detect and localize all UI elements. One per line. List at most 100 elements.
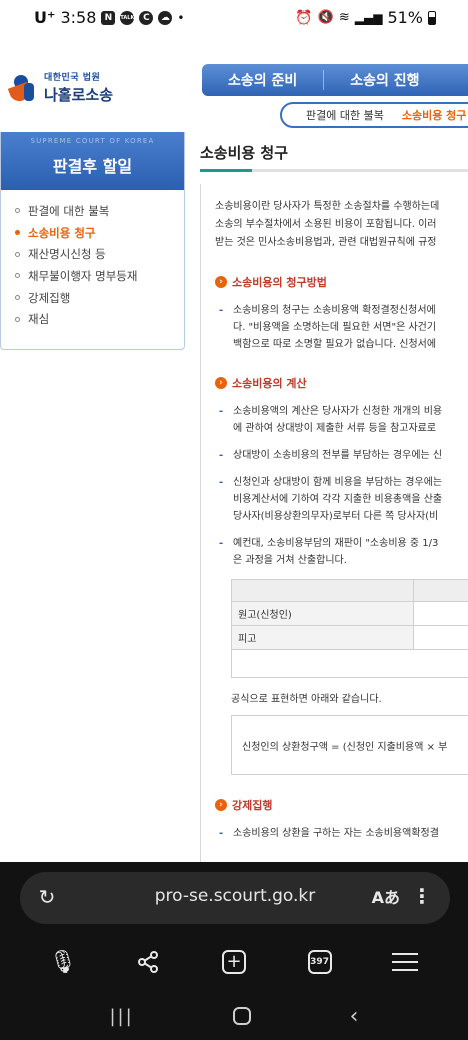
sidebar-menu: 판결에 대한 불복 소송비용 청구 재산명시신청 등 채무불이행자 명부등재 강…: [1, 190, 184, 330]
sidebar-item-label: 판결에 대한 불복: [28, 203, 110, 218]
back-icon[interactable]: ‹: [350, 1004, 359, 1029]
home-icon[interactable]: [232, 1007, 251, 1025]
bullet-icon: [15, 273, 20, 279]
bullet-item: 예컨대, 소송비용부담의 재판이 "소송비용 중 1/3 은 과정을 거쳐 산출…: [215, 535, 468, 569]
subnav-appeal[interactable]: 판결에 대한 불복: [306, 107, 384, 123]
system-navigation-bar: ||| ‹: [0, 996, 468, 1036]
add-tab-icon: +: [221, 950, 246, 974]
recent-apps-icon[interactable]: |||: [109, 1006, 133, 1027]
bullet-line: 비용계산서에 기하여 각각 지출한 비용총액을 산출: [233, 494, 443, 505]
share-button[interactable]: [128, 944, 168, 980]
table-footer-row: 금: [231, 649, 468, 678]
cloud-notification-icon: ☁: [158, 10, 173, 25]
sidebar-eng-label: SUPREME COURT OF KOREA: [30, 137, 155, 145]
bullet-list: 소송비용액의 계산은 당사자가 신청한 개개의 비용 에 관하여 상대방이 제출…: [215, 403, 468, 569]
formula-note: 공식으로 표현하면 아래와 같습니다.: [231, 694, 382, 705]
microphone-icon: 🎙: [48, 949, 77, 975]
wifi-icon: ≋: [338, 10, 350, 25]
sidebar-item-label: 재산명시신청 등: [28, 247, 106, 262]
formula-text: 신청인의 상환청구액 = (신청인 지출비용액 × 부: [242, 741, 448, 753]
section-heading-claim-method: › 소송비용의 청구방법: [215, 274, 468, 290]
tabs-button[interactable]: 397: [300, 944, 340, 980]
arrow-circle-icon: ›: [215, 377, 227, 389]
section-title: 소송비용의 청구방법: [232, 276, 327, 289]
bullet-line: 소송비용액의 계산은 당사자가 신청한 개개의 비용: [233, 406, 443, 417]
nav-item-progress[interactable]: 소송의 진행: [324, 70, 445, 90]
sidebar: SUPREME COURT OF KOREA 판결후 할일 판결에 대한 불복 …: [0, 132, 185, 350]
sidebar-item-label: 소송비용 청구: [28, 225, 96, 240]
table-cell: [413, 579, 468, 602]
table-footer: 금: [231, 649, 468, 678]
bullet-line: 다. "비용액을 소명하는데 필요한 서면"은 사건기: [233, 322, 437, 333]
bullet-list: 소송비용의 청구는 소송비용액 확정결정신청서에 다. "비용액을 소명하는데 …: [215, 302, 468, 353]
bullet-line: 예컨대, 소송비용부담의 재판이 "소송비용 중 1/3: [233, 538, 439, 549]
bullet-icon: [15, 295, 20, 301]
bullet-line: 신청인과 상대방이 함께 비용을 부담하는 경우에는: [233, 477, 443, 488]
title-divider: [200, 169, 468, 172]
bullet-line: 백함으로 따로 소명할 필요가 없습니다. 신청서에: [233, 339, 437, 350]
microphone-button[interactable]: 🎙: [43, 944, 83, 980]
kakaotalk-notification-icon: TALK: [120, 10, 135, 25]
main-header: 소송비용 청구: [200, 142, 468, 172]
menu-button[interactable]: [385, 944, 425, 980]
logo-line1: 대한민국 법원: [44, 73, 101, 83]
table-cell: [231, 579, 414, 602]
section-heading-calculation: › 소송비용의 계산: [215, 375, 468, 391]
bullet-list: 소송비용의 상환을 구하는 자는 소송비용액확정결: [215, 825, 468, 842]
top-navigation: 소송의 준비 소송의 진행: [202, 64, 468, 96]
translate-icon[interactable]: Aあ: [372, 884, 400, 908]
bullet-item: 상대방이 소송비용의 전부를 부담하는 경우에는 신: [215, 447, 468, 464]
sidebar-item-enforcement[interactable]: 강제집행: [15, 287, 184, 309]
new-tab-button[interactable]: +: [214, 944, 254, 980]
intro-line: 소송비용이란 당사자가 특정한 소송절차를 수행하는데: [215, 201, 440, 212]
more-notifications-dot-icon: •: [177, 10, 185, 25]
arrow-circle-icon: ›: [215, 276, 227, 288]
table-cell: [413, 625, 468, 650]
battery-icon: [428, 10, 436, 25]
intro-line: 소송의 부수절차에서 소용된 비용이 포함됩니다. 이러: [215, 219, 437, 230]
bullet-item: 신청인과 상대방이 함께 비용을 부담하는 경우에는 비용계산서에 기하여 각각…: [215, 474, 468, 525]
tab-count: 397: [307, 950, 332, 974]
sidebar-item-appeal[interactable]: 판결에 대한 불복: [15, 200, 184, 222]
naver-notification-icon: N: [101, 10, 116, 25]
more-vertical-icon[interactable]: ⋮: [412, 884, 432, 908]
sidebar-item-label: 재심: [28, 312, 50, 327]
table-row: 피고: [231, 625, 468, 650]
bullet-line: 소송비용의 상환을 구하는 자는 소송비용액확정결: [233, 828, 439, 839]
section-heading-enforcement: › 강제집행: [215, 797, 468, 813]
table-row-label: 피고: [231, 625, 414, 650]
battery-percent: 51%: [387, 8, 423, 27]
bullet-line: 상대방이 소송비용의 전부를 부담하는 경우에는 신: [233, 450, 443, 461]
subnav-cost-claim[interactable]: 소송비용 청구: [402, 107, 467, 123]
hamburger-menu-icon: [392, 953, 419, 971]
sidebar-title: 판결후 할일: [52, 157, 133, 176]
sidebar-header: SUPREME COURT OF KOREA 판결후 할일: [1, 132, 184, 190]
bullet-icon: [15, 316, 20, 322]
browser-bottom-bar: ↻ pro-se.scourt.go.kr Aあ ⋮ 🎙 + 397 ||| ‹: [0, 862, 468, 1040]
bullet-item: 소송비용의 상환을 구하는 자는 소송비용액확정결: [215, 825, 468, 842]
sidebar-item-cost-claim[interactable]: 소송비용 청구: [15, 222, 184, 244]
web-page: 대한민국 법원 나홀로소송 소송의 준비 소송의 진행 판결에 대한 불복 소송…: [0, 34, 468, 862]
status-bar: U⁺ 3:58 N TALK C ☁ • ⏰ 🔇 ≋ ▂▄▆ 51%: [0, 0, 468, 34]
table-row-label: 원고(신청인): [231, 601, 414, 626]
site-logo[interactable]: 대한민국 법원 나홀로소송: [7, 70, 113, 105]
arrow-circle-icon: ›: [215, 799, 227, 811]
sidebar-item-label: 채무불이행자 명부등재: [28, 268, 138, 283]
table-row: 원고(신청인): [231, 601, 468, 626]
share-icon: [138, 951, 159, 973]
mute-icon: 🔇: [317, 10, 334, 25]
sidebar-item-default-registry[interactable]: 채무불이행자 명부등재: [15, 265, 184, 287]
bullet-icon: [15, 230, 20, 236]
cost-table: 원고(신청인) 피고 금: [231, 579, 468, 678]
sidebar-item-asset-disclosure[interactable]: 재산명시신청 등: [15, 243, 184, 265]
bullet-line: 에 관하여 상대방이 제출한 서류 등을 참고자료로: [233, 423, 437, 434]
bullet-line: 당사자(비용상환의무자)로부터 다른 쪽 당사자(비: [233, 511, 439, 522]
sub-navigation: 판결에 대한 불복 소송비용 청구: [280, 102, 468, 128]
formula-box: 신청인의 상환청구액 = (신청인 지출비용액 × 부: [231, 715, 468, 775]
bullet-line: 소송비용의 청구는 소송비용액 확정결정신청서에: [233, 305, 436, 316]
address-bar[interactable]: ↻ pro-se.scourt.go.kr Aあ ⋮: [20, 872, 450, 924]
nav-item-preparation[interactable]: 소송의 준비: [202, 70, 325, 90]
sidebar-item-retrial[interactable]: 재심: [15, 308, 184, 330]
bullet-item: 소송비용의 청구는 소송비용액 확정결정신청서에 다. "비용액을 소명하는데 …: [215, 302, 468, 353]
carrier-label: U⁺: [34, 8, 56, 27]
